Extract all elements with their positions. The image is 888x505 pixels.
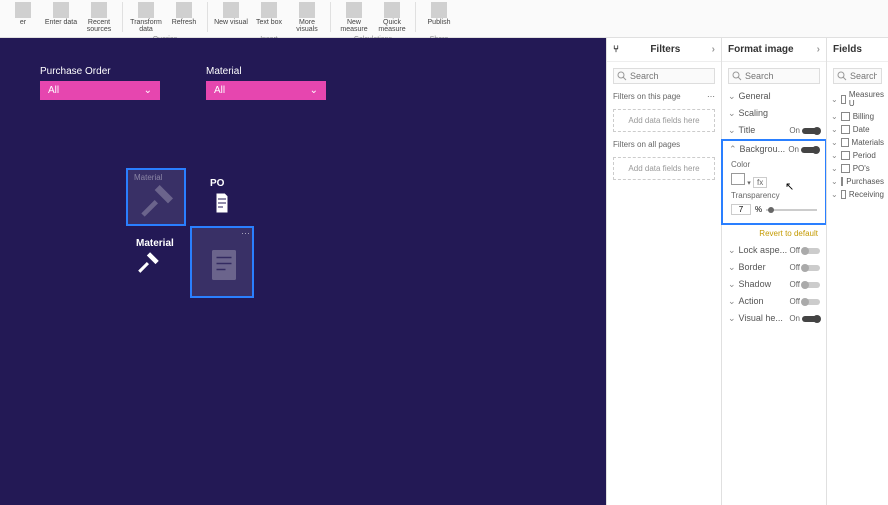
image-visual-material[interactable]: Material [126,168,186,226]
ribbon-btn[interactable]: er [4,0,42,36]
hammer-icon [138,180,178,220]
color-dropdown-icon[interactable]: ▾ [747,180,751,187]
filters-on-page-label: Filters on this page [613,92,681,101]
slicer-label: Purchase Order [40,66,160,77]
fmt-scaling[interactable]: ⌄Scaling [722,105,826,122]
more-icon[interactable]: ⋯ [707,92,715,101]
ribbon-transform-data[interactable]: Transform data [127,0,165,36]
filters-search-input[interactable] [613,68,715,84]
format-title: Format image [728,44,794,55]
fmt-title[interactable]: ⌄TitleOn [722,122,826,139]
field-table[interactable]: ⌄Receiving [827,188,888,201]
transparency-input[interactable] [731,204,751,215]
po-label: PO [210,178,234,189]
slicer-label: Material [206,66,326,77]
field-table[interactable]: ⌄Purchases [827,175,888,188]
document-icon [206,244,242,286]
hammer-icon [136,249,162,275]
fields-pane: Fields ⌄Measures U ⌄Billing ⌄Date ⌄Mater… [826,38,888,505]
table-icon [841,177,844,186]
fmt-border[interactable]: ⌄BorderOff [722,259,826,276]
filters-on-all-label: Filters on all pages [613,140,680,149]
fmt-shadow[interactable]: ⌄ShadowOff [722,276,826,293]
filters-pane: ⑂ Filters › Filters on this page ⋯ Add da… [606,38,721,505]
table-icon [841,151,850,160]
fmt-background[interactable]: ⌃Backgrou...On [723,141,825,158]
format-pane: Format image › ⌄General ⌄Scaling ⌄TitleOn… [721,38,826,505]
field-table[interactable]: ⌄Measures U [827,88,888,110]
ribbon-quick-measure[interactable]: Quick measure [373,0,411,36]
ribbon-text-box[interactable]: Text box [250,0,288,36]
fmt-action[interactable]: ⌄ActionOff [722,293,826,310]
fmt-visual-header[interactable]: ⌄Visual he...On [722,310,826,327]
slicer-material[interactable]: All [206,81,326,100]
revert-default-link[interactable]: Revert to default [722,225,826,242]
collapse-icon[interactable]: › [817,44,820,55]
filters-title: Filters [650,44,680,55]
field-table[interactable]: ⌄Date [827,123,888,136]
visual-options-icon[interactable]: ⋯ [241,228,250,239]
fields-search-input[interactable] [833,68,882,84]
field-table[interactable]: ⌄Materials [827,136,888,149]
report-canvas[interactable]: Purchase Order All Material All Material… [0,38,606,505]
material-label: Material [136,238,174,249]
ribbon-recent-sources[interactable]: Recent sources [80,0,118,36]
add-data-dropzone[interactable]: Add data fields here [613,109,715,132]
slicer-purchase-order[interactable]: All [40,81,160,100]
filter-icon: ⑂ [613,44,619,55]
format-search-input[interactable] [728,68,820,84]
transparency-slider[interactable] [766,209,817,211]
ribbon-new-visual[interactable]: New visual [212,0,250,36]
table-icon [841,125,850,134]
field-table[interactable]: ⌄Period [827,149,888,162]
collapse-icon[interactable]: › [712,44,715,55]
color-picker[interactable] [731,173,745,185]
field-table[interactable]: ⌄PO's [827,162,888,175]
field-table[interactable]: ⌄Billing [827,110,888,123]
image-visual-selected[interactable]: ⋯ [190,226,254,298]
table-icon [841,95,846,104]
table-icon [841,138,849,147]
ribbon: er Enter data Recent sources Transform d… [0,0,888,38]
ribbon-more-visuals[interactable]: More visuals [288,0,326,36]
fmt-general[interactable]: ⌄General [722,88,826,105]
ribbon-refresh[interactable]: Refresh [165,0,203,36]
ribbon-new-measure[interactable]: New measure [335,0,373,36]
add-data-dropzone[interactable]: Add data fields here [613,157,715,180]
table-icon [841,112,850,121]
fmt-color-label: Color [723,158,825,171]
table-icon [841,164,850,173]
fmt-transparency-label: Transparency [723,189,825,202]
table-icon [841,190,846,199]
ribbon-enter-data[interactable]: Enter data [42,0,80,36]
ribbon-publish[interactable]: Publish [420,0,458,36]
fx-button[interactable]: fx [753,177,767,188]
fields-title: Fields [833,44,862,55]
document-icon [210,189,234,217]
fmt-lock-aspect[interactable]: ⌄Lock aspe...Off [722,242,826,259]
